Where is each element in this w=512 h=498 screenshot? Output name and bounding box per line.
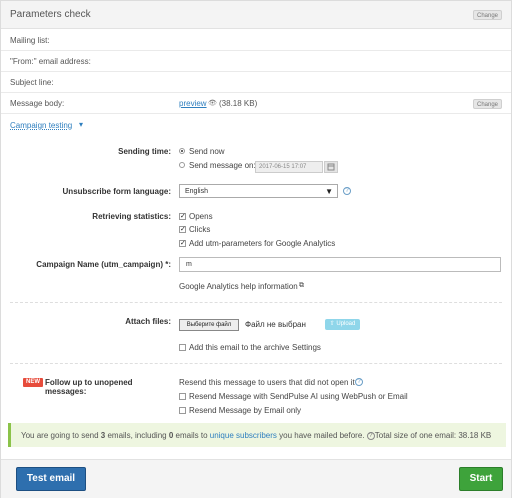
test-email-button[interactable]: Test email [16,467,86,491]
eye-icon: 👁 [208,100,217,107]
message-body-row: Message body: preview (38.18 KB) Change [1,93,511,114]
choose-file-button[interactable]: Выберите файл [179,319,239,331]
send-now-radio[interactable] [179,148,185,154]
upload-button[interactable]: ⇧ Upload [325,319,360,330]
panel-header: Parameters check Change [1,1,511,29]
send-on-label: Send message on: [189,161,256,170]
campaign-name-label: Campaign Name (utm_campaign) *: [36,260,171,269]
archive-label: Add this email to the archive [189,343,290,352]
help-icon[interactable]: ? [355,378,363,386]
utm-label: Add utm-parameters for Google Analytics [189,239,336,248]
divider [10,302,502,303]
attach-files-label: Attach files: [125,317,171,326]
divider [10,363,502,364]
help-icon[interactable]: ? [343,187,351,195]
clicks-checkbox[interactable]: ✓ [179,226,186,233]
help-icon[interactable]: ? [366,431,375,440]
opens-label: Opens [189,212,213,221]
upload-label: Upload [336,321,356,327]
calendar-icon[interactable] [324,161,338,173]
external-link-icon[interactable]: ⧉ [299,282,304,290]
send-info-text: You are going to send 3 emails, includin… [21,431,492,440]
ga-help-link[interactable]: Google Analytics help information [179,282,298,291]
resend-webpush-label: Resend Message with SendPulse AI using W… [189,392,408,401]
mailing-list-label: Mailing list: [10,36,50,45]
body-size: (38.18 KB) [219,99,258,108]
settings-link[interactable]: Settings [292,343,321,352]
unique-subscribers-link[interactable]: unique subscribers [210,431,277,440]
send-info-banner: You are going to send 3 emails, includin… [8,423,506,447]
from-email-label: "From:" email address: [10,57,91,66]
page-title: Parameters check [10,9,91,20]
unsubscribe-language-select[interactable]: English ▼ [179,184,338,198]
send-date-input[interactable]: 2017-06-15 17:07 [255,161,323,173]
from-email-row: "From:" email address: [1,51,511,72]
new-badge: NEW [23,378,43,387]
archive-checkbox[interactable] [179,344,186,351]
sending-time-label: Sending time: [118,147,171,156]
message-body-label: Message body: [10,99,65,108]
footer-bar: Test email Start [1,459,511,498]
total-size-text: Total size of one email: 38.18 KB [374,431,492,440]
unsubscribe-label: Unsubscribe form language: [62,187,171,196]
send-now-label: Send now [189,147,225,156]
start-button[interactable]: Start [459,467,503,491]
opens-checkbox[interactable]: ✓ [179,213,186,220]
resend-email-checkbox[interactable] [179,407,186,414]
utm-checkbox[interactable]: ✓ [179,240,186,247]
mailing-list-row: Mailing list: [1,30,511,51]
campaign-name-input[interactable]: m [179,257,501,272]
resend-email-label: Resend Message by Email only [189,406,302,415]
follow-up-label: Follow up to unopened messages: [45,378,133,396]
subject-line-label: Subject line: [10,78,54,87]
change-button[interactable]: Change [473,10,503,20]
resend-webpush-checkbox[interactable] [179,393,186,400]
change-body-button[interactable]: Change [473,99,503,109]
clicks-label: Clicks [189,225,211,234]
select-arrow-icon: ▼ [325,187,333,196]
preview-link[interactable]: preview [179,99,207,108]
unsubscribe-language-value: English [185,188,208,195]
chevron-down-icon[interactable]: ▾ [79,120,83,129]
no-file-label: Файл не выбран [245,320,306,329]
upload-icon: ⇧ [329,321,335,327]
campaign-testing-toggle[interactable]: Campaign testing [10,121,72,130]
parameters-panel: Parameters check Change Mailing list: "F… [0,0,512,498]
resend-text: Resend this message to users that did no… [179,378,355,387]
statistics-label: Retrieving statistics: [92,212,171,221]
subject-line-row: Subject line: [1,72,511,93]
send-on-radio[interactable] [179,162,185,168]
